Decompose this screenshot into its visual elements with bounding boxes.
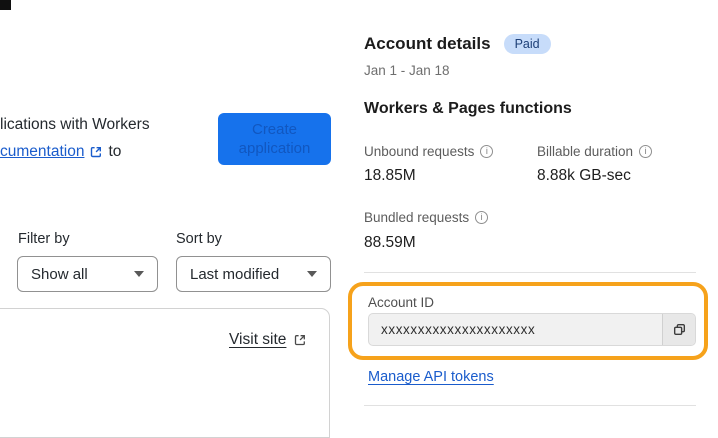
create-application-button[interactable]: Create application: [218, 113, 331, 165]
external-link-icon: [89, 145, 103, 159]
filter-by-label: Filter by: [18, 231, 70, 247]
info-icon[interactable]: i: [480, 145, 494, 158]
intro-text-suffix: to: [108, 143, 122, 160]
documentation-link[interactable]: cumentation: [0, 143, 84, 161]
visit-site-row: Visit site: [229, 331, 307, 349]
filter-dropdown[interactable]: Show all: [17, 256, 158, 292]
visit-site-link[interactable]: Visit site: [229, 331, 286, 349]
chevron-down-icon: [134, 271, 144, 277]
metric-label-text: Bundled requests: [364, 210, 470, 225]
metric-label-text: Billable duration: [537, 144, 634, 159]
account-id-field[interactable]: xxxxxxxxxxxxxxxxxxxxx: [368, 313, 696, 346]
intro-text-line1: lications with Workers: [0, 116, 150, 133]
copy-icon: [673, 323, 685, 336]
chevron-down-icon: [307, 271, 317, 277]
sort-dropdown[interactable]: Last modified: [176, 256, 331, 292]
metric-label-unbound-requests: Unbound requests i: [364, 144, 494, 159]
manage-api-tokens-link[interactable]: Manage API tokens: [368, 369, 494, 385]
account-id-value: xxxxxxxxxxxxxxxxxxxxx: [381, 322, 536, 337]
metric-value-billable-duration: 8.88k GB-sec: [537, 167, 631, 184]
info-icon[interactable]: i: [475, 211, 489, 224]
sort-by-label: Sort by: [176, 231, 222, 247]
billing-date-range: Jan 1 - Jan 18: [364, 63, 450, 78]
metric-label-bundled-requests: Bundled requests i: [364, 210, 489, 225]
account-id-label: Account ID: [368, 295, 435, 310]
plan-status-badge: Paid: [503, 34, 551, 54]
metric-label-billable-duration: Billable duration i: [537, 144, 653, 159]
intro-text-line2: cumentation to: [0, 143, 121, 161]
metric-value-bundled-requests: 88.59M: [364, 234, 416, 251]
divider: [364, 272, 696, 273]
copy-account-id-button[interactable]: [662, 314, 695, 345]
screen-corner-artifact: [0, 0, 11, 10]
info-icon[interactable]: i: [639, 145, 653, 158]
metric-label-text: Unbound requests: [364, 144, 475, 159]
metric-value-unbound-requests: 18.85M: [364, 167, 416, 184]
filter-dropdown-value: Show all: [31, 265, 88, 283]
account-details-title: Account details: [364, 34, 491, 53]
external-link-icon: [293, 333, 307, 347]
divider: [364, 405, 696, 406]
workers-pages-section-title: Workers & Pages functions: [364, 100, 572, 117]
account-details-header: Account details Paid: [364, 34, 551, 54]
sort-dropdown-value: Last modified: [190, 265, 280, 283]
